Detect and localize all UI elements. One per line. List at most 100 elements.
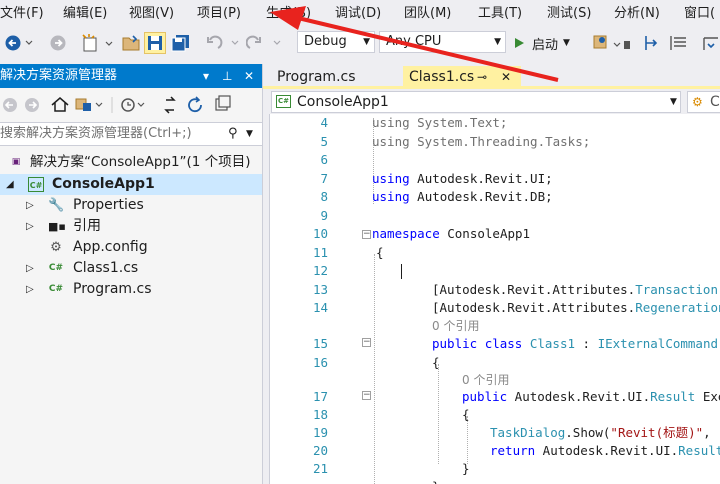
tab-program-cs[interactable]: Program.cs [265,66,395,88]
code-text: public Autodesk.Revit.UI.Result Exe [462,388,720,406]
code-line: 12 [270,262,720,280]
csharp-project-icon: C# [276,95,291,108]
menu-build[interactable]: 生成(B) [262,0,315,28]
class-icon: ⚙ [692,95,703,109]
tree-item-class1[interactable]: ▷ C# Class1.cs [0,258,262,279]
search-icon[interactable]: ⚲ [228,123,238,145]
back-button[interactable] [4,32,34,54]
code-line: 17public Autodesk.Revit.UI.Result Exe [270,388,720,406]
menu-tools[interactable]: 工具(T) [474,0,526,28]
new-project-button[interactable] [80,32,118,54]
solution-explorer-search-input[interactable]: 搜索解决方案资源管理器(Ctrl+;) ⚲ ▼ [0,122,262,146]
tree-item-app-config[interactable]: ⚙ App.config [0,237,262,258]
menu-file[interactable]: 文件(F) [0,0,48,28]
tree-item-label: Properties [73,197,144,213]
menu-project[interactable]: 项目(P) [193,0,245,28]
code-text: public class Class1 : IExternalCommand [432,335,718,353]
save-button[interactable] [144,32,166,54]
csharp-file-icon: C# [48,284,64,294]
forward-button[interactable] [48,32,68,54]
code-token: , [703,425,711,440]
menu-debug[interactable]: 调试(D) [331,0,385,28]
pin-icon[interactable]: ⊥ [222,64,232,88]
code-token: Autodesk.Revit.UI. [535,443,679,458]
tab-label: Program.cs [277,69,356,85]
code-token: { [376,245,384,260]
pending-changes-icon [121,98,145,112]
solution-configuration-dropdown[interactable]: Debug ▼ [297,31,375,53]
collapsed-arrow-icon[interactable]: ▷ [26,258,34,279]
code-token: return [490,443,536,458]
code-token: Exe [702,389,720,404]
code-token: Autodesk.Revit.UI. [507,389,651,404]
menu-view[interactable]: 视图(V) [125,0,178,28]
collapsed-arrow-icon[interactable]: ▷ [26,195,34,216]
solution-explorer-toolbar [0,92,262,118]
start-debugging-button[interactable]: 启动 ▼ [512,32,582,54]
tree-item-label: App.config [73,239,148,255]
code-text: TaskDialog.Show("Revit(标题)", [490,424,711,442]
collapsed-arrow-icon[interactable]: ▷ [26,279,34,300]
code-token: Class1 [529,336,576,351]
code-token: } [432,479,440,484]
more-toolbar-button[interactable] [700,32,720,54]
code-editor[interactable]: − − − 4 using System.Text; 5 using System.… [269,114,720,484]
tree-item-project[interactable]: ◢ C# ConsoleApp1 [0,174,262,195]
home-icon [51,97,69,112]
menu-test[interactable]: 测试(S) [543,0,595,28]
tree-item-solution[interactable]: ▣ 解决方案“ConsoleApp1”(1 个项目) [0,152,262,173]
project-scope-value: ConsoleApp1 [297,94,389,110]
collapsed-arrow-icon[interactable]: ▷ [26,216,34,237]
tree-item-program[interactable]: ▷ C# Program.cs [0,279,262,300]
find-icon [593,35,630,49]
code-token: : [575,336,598,351]
code-token: { [432,355,440,370]
code-token: [Autodesk.Revit.Attributes. [432,300,636,315]
code-token: [Autodesk.Revit.Attributes. [432,282,636,297]
step-into-button[interactable] [642,32,662,54]
main-toolbar: Debug ▼ Any CPU ▼ 启动 ▼ [0,28,720,58]
chevron-down-icon: ▼ [363,37,370,47]
code-token: namespace [372,226,440,241]
tree-item-references[interactable]: ▷ ■▪ 引用 [0,216,262,237]
tree-item-label: 解决方案“ConsoleApp1”(1 个项目) [30,154,251,170]
new-project-icon [82,34,113,52]
tree-item-properties[interactable]: ▷ 🔧 Properties [0,195,262,216]
undo-button[interactable] [204,32,244,54]
project-scope-dropdown[interactable]: C# ConsoleApp1 ▼ [271,91,681,113]
code-line: 21} [312,461,470,476]
menu-window[interactable]: 窗口( [680,0,719,28]
reference-count-codelens[interactable]: 0 个引用 [462,371,509,389]
code-line: 5 using System.Threading.Tasks; [320,134,591,149]
menu-edit[interactable]: 编辑(E) [59,0,111,28]
panel-options-button[interactable]: ▾ [203,64,209,88]
chevron-down-icon[interactable]: ▼ [246,123,253,145]
refresh-icon [188,96,202,113]
menu-team[interactable]: 团队(M) [400,0,455,28]
search-placeholder: 搜索解决方案资源管理器(Ctrl+;) [0,126,192,141]
chevron-down-icon: ▼ [494,37,501,47]
close-tab-icon[interactable]: ✕ [501,66,511,88]
pin-tab-icon[interactable]: ⊸ [477,66,487,88]
redo-button[interactable] [246,32,286,54]
code-line: 9 [320,208,328,223]
find-in-files-button[interactable] [592,32,630,54]
tree-item-label: 引用 [73,218,101,234]
expanded-arrow-icon[interactable]: ◢ [6,174,14,195]
comment-button[interactable] [668,32,690,54]
configuration-value: Debug [304,34,347,49]
open-file-button[interactable] [122,32,142,54]
solution-platform-dropdown[interactable]: Any CPU ▼ [379,31,506,53]
code-token: Result [678,443,720,458]
code-token: Regeneration [635,300,720,315]
menu-analyze[interactable]: 分析(N) [610,0,664,28]
type-scope-dropdown[interactable]: ⚙ C [687,91,720,113]
code-token: using System.Text; [372,115,508,130]
reference-count-codelens[interactable]: 0 个引用 [432,317,479,335]
code-token: Autodesk.Revit.DB; [409,189,553,204]
close-icon[interactable]: ✕ [244,64,254,88]
tab-class1-cs[interactable]: Class1.cs ⊸ ✕ [403,66,521,88]
save-all-button[interactable] [170,32,192,54]
